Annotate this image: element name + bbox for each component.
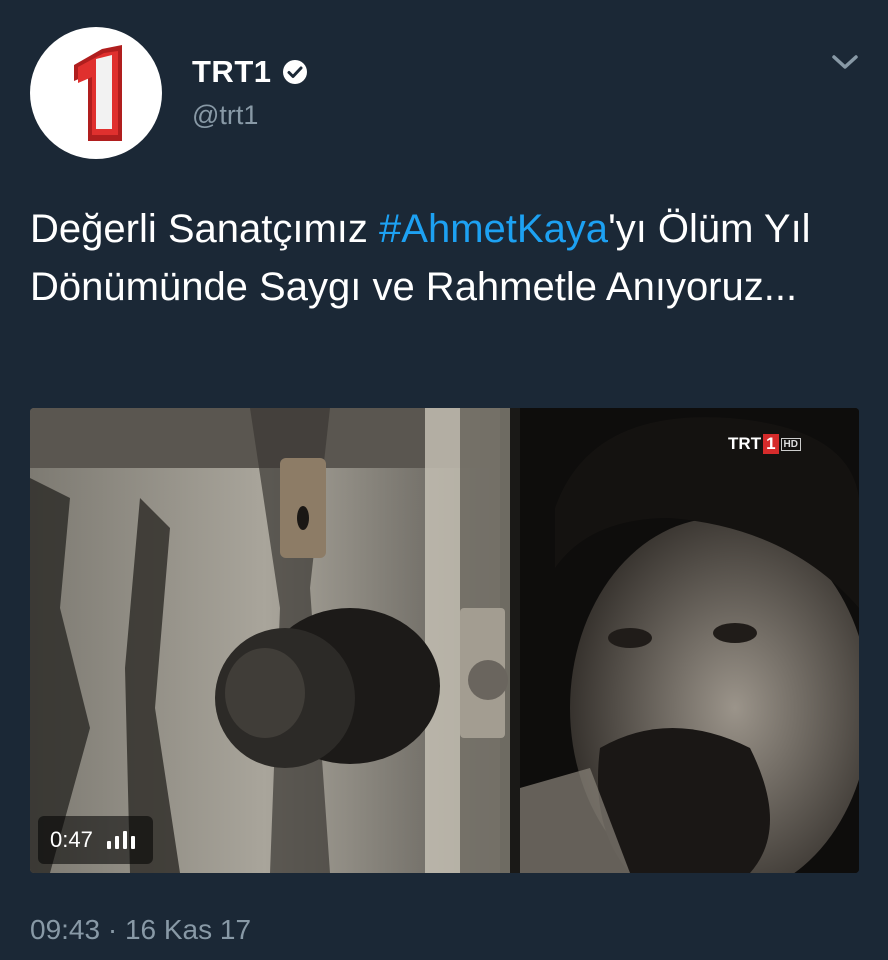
author-name[interactable]: TRT1 <box>192 54 272 90</box>
video-duration-badge: 0:47 <box>38 816 153 864</box>
author-handle[interactable]: @trt1 <box>192 100 258 131</box>
video-duration: 0:47 <box>50 827 93 852</box>
tweet-timestamp[interactable]: 09:43 · 16 Kas 17 <box>30 914 251 946</box>
video-thumbnail <box>30 408 859 873</box>
chevron-down-icon[interactable] <box>830 52 860 72</box>
watermark-hd: HD <box>780 437 801 451</box>
verified-badge-icon <box>282 60 307 84</box>
audio-bars-icon <box>106 831 139 849</box>
channel-watermark: TRT 1 HD <box>728 434 801 454</box>
watermark-number: 1 <box>763 434 779 454</box>
watermark-brand: TRT <box>728 434 762 453</box>
video-player[interactable]: TRT 1 HD 0:47 <box>30 408 859 873</box>
tweet-text: Değerli Sanatçımız #AhmetKaya'yı Ölüm Yı… <box>30 200 870 316</box>
trt1-logo-icon <box>74 45 122 141</box>
avatar[interactable] <box>30 27 162 159</box>
tweet-text-before: Değerli Sanatçımız <box>30 207 380 251</box>
hashtag-link[interactable]: #AhmetKaya <box>379 207 608 251</box>
